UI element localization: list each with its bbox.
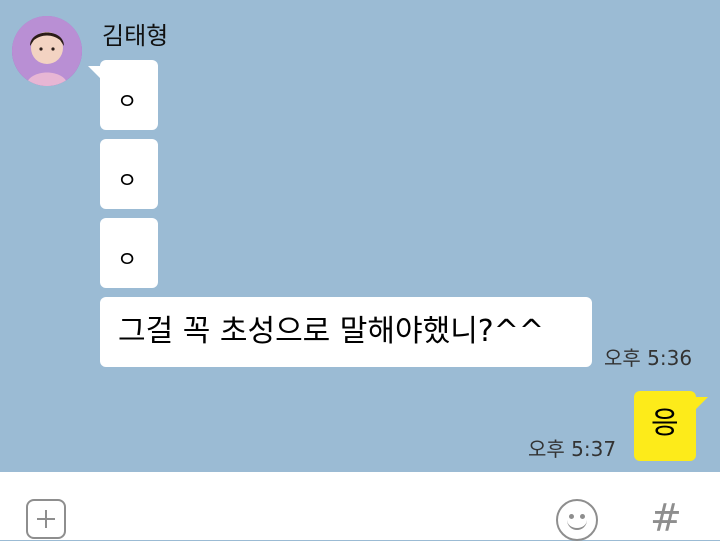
incoming-message[interactable]: ㅇ [100,139,158,209]
chat-area: 김태형 ㅇ ㅇ ㅇ 그걸 꼭 초성으로 말해야했니?^^ 오후 5:36 오후 … [0,0,720,472]
message-text: 그걸 꼭 초성으로 말해야했니?^^ [118,314,545,349]
mouth-curve [567,518,587,530]
incoming-message[interactable]: 그걸 꼭 초성으로 말해야했니?^^ [100,297,592,367]
message-text: ㅇ [117,90,138,115]
hash-icon[interactable]: # [650,498,682,538]
message-text: ㅇ [117,169,138,194]
incoming-message[interactable]: ㅇ [100,60,158,130]
sender-name: 김태형 [102,22,169,50]
input-bar [0,472,720,540]
message-text: 응 [651,406,679,441]
smile-icon[interactable] [556,499,598,541]
message-text: ㅇ [117,248,138,273]
bubble-tail [694,397,708,411]
incoming-message[interactable]: ㅇ [100,218,158,288]
plus-square-icon[interactable] [26,499,66,539]
profile-photo [12,16,82,86]
outgoing-message[interactable]: 응 [634,391,696,461]
message-timestamp: 오후 5:37 [528,437,617,461]
avatar[interactable] [12,16,82,86]
message-timestamp: 오후 5:36 [604,346,693,370]
